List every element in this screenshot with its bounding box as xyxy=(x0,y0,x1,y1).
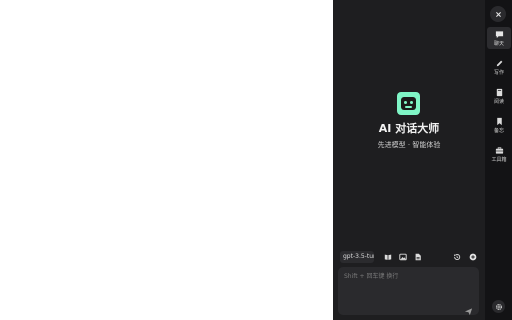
sidebar-item-toolbox[interactable]: 工具箱 xyxy=(487,143,511,165)
pen-icon xyxy=(496,60,502,67)
history-icon[interactable] xyxy=(452,252,462,262)
message-input[interactable]: Shift + 回车键 换行 xyxy=(338,267,479,316)
send-icon[interactable] xyxy=(464,301,473,316)
book-icon xyxy=(496,88,502,97)
sidebar-item-label: 聊天 xyxy=(493,41,504,47)
sidebar-item-write[interactable]: 写作 xyxy=(487,56,511,78)
new-chat-icon[interactable] xyxy=(468,252,478,262)
chat-icon xyxy=(495,31,503,39)
sidebar-item-label: 阅读 xyxy=(493,99,504,105)
app-subtitle: 先进模型 · 智能体验 xyxy=(377,141,441,149)
sidebar-item-memo[interactable]: 备忘 xyxy=(487,114,511,136)
close-icon xyxy=(495,11,501,17)
robot-mouth xyxy=(405,106,412,108)
document-icon[interactable] xyxy=(413,252,423,262)
gear-icon xyxy=(495,303,502,310)
sidebar-item-read[interactable]: 阅读 xyxy=(487,85,511,107)
image-icon[interactable] xyxy=(398,252,408,262)
model-select[interactable]: gpt-3.5-turbo xyxy=(340,251,374,263)
sidebar-item-label: 工具箱 xyxy=(491,157,507,163)
message-input-placeholder: Shift + 回车键 换行 xyxy=(344,273,399,280)
sidebar-item-chat[interactable]: 聊天 xyxy=(487,27,511,49)
robot-face-icon xyxy=(401,97,416,110)
close-button[interactable] xyxy=(490,6,506,22)
book-icon[interactable] xyxy=(383,252,393,262)
sidebar-item-label: 备忘 xyxy=(493,128,504,134)
settings-button[interactable] xyxy=(492,300,505,313)
app-logo xyxy=(397,92,420,115)
bookmark-icon xyxy=(496,117,502,126)
toolbox-icon xyxy=(495,147,503,154)
browser-page: AI 对话大师 先进模型 · 智能体验 gpt-3.5-turbo Shift … xyxy=(0,0,512,320)
app-title: AI 对话大师 xyxy=(378,122,440,135)
sidebar-item-label: 写作 xyxy=(493,70,504,76)
